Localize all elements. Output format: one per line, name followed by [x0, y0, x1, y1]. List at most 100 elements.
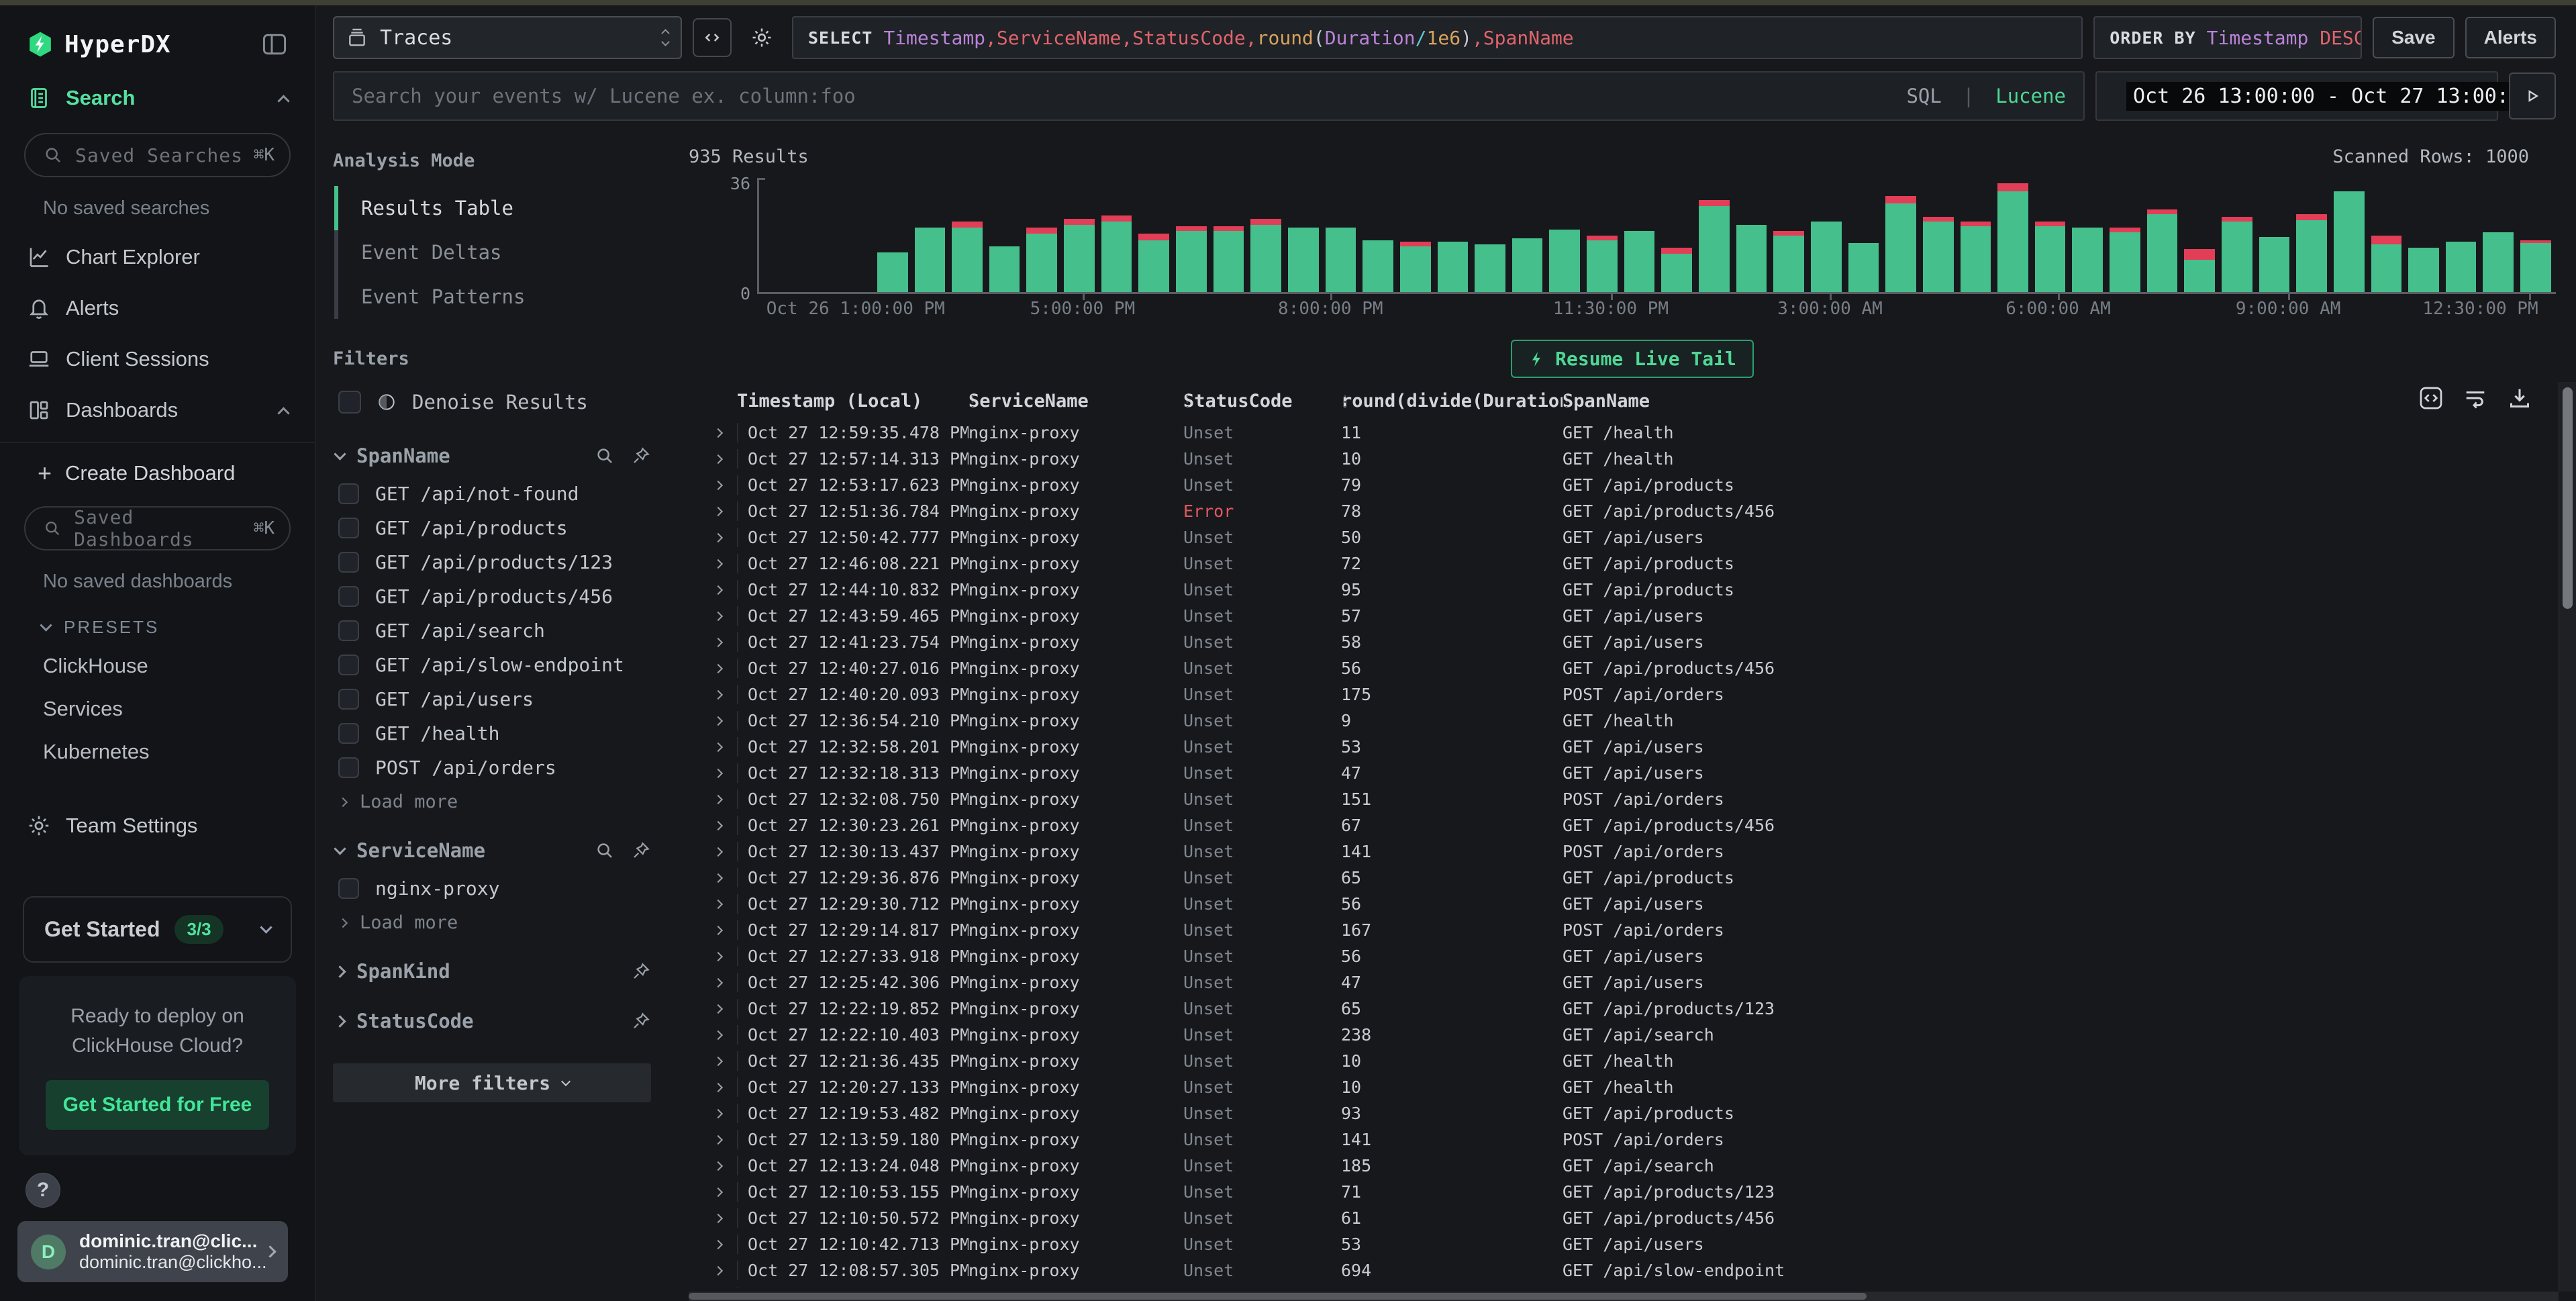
select-clause-input[interactable]: SELECT Timestamp,ServiceName,StatusCode,… [792, 16, 2083, 59]
sidebar-preset-clickhouse[interactable]: ClickHouse [0, 644, 315, 687]
table-row[interactable]: Oct 27 12:29:36.876 PMnginx-proxyUnset65… [689, 865, 2576, 891]
filter-checkbox[interactable] [338, 518, 359, 538]
get-started-free-button[interactable]: Get Started for Free [46, 1080, 269, 1130]
histogram-bar[interactable] [1736, 182, 1767, 292]
sidebar-item-alerts[interactable]: Alerts [0, 283, 315, 334]
source-select[interactable]: Traces [333, 16, 682, 59]
row-expand-chevron-icon[interactable] [699, 1032, 737, 1039]
table-row[interactable]: Oct 27 12:08:57.305 PMnginx-proxyUnset69… [689, 1257, 2576, 1284]
row-expand-chevron-icon[interactable] [699, 534, 737, 541]
filter-item[interactable]: GET /api/users [333, 682, 651, 716]
table-row[interactable]: Oct 27 12:43:59.465 PMnginx-proxyUnset57… [689, 603, 2576, 629]
histogram-bar[interactable] [2483, 182, 2514, 292]
table-row[interactable]: Oct 27 12:25:42.306 PMnginx-proxyUnset47… [689, 969, 2576, 996]
row-expand-chevron-icon[interactable] [699, 639, 737, 646]
histogram-bar[interactable] [1512, 182, 1543, 292]
histogram-bar[interactable] [2259, 182, 2290, 292]
table-row[interactable]: Oct 27 12:32:58.201 PMnginx-proxyUnset53… [689, 734, 2576, 760]
histogram-bar[interactable] [1885, 182, 1916, 292]
table-row[interactable]: Oct 27 12:57:14.313 PMnginx-proxyUnset10… [689, 446, 2576, 472]
spanname-load-more[interactable]: Load more [333, 785, 651, 812]
filter-checkbox[interactable] [338, 552, 359, 573]
row-expand-chevron-icon[interactable] [699, 456, 737, 463]
user-menu[interactable]: D dominic.tran@clic... dominic.tran@clic… [17, 1221, 288, 1282]
analysis-mode-option[interactable]: Event Patterns [333, 275, 651, 319]
denoise-results-toggle[interactable]: Denoise Results [333, 384, 651, 418]
row-expand-chevron-icon[interactable] [699, 613, 737, 620]
histogram-bar[interactable] [1699, 182, 1730, 292]
table-row[interactable]: Oct 27 12:41:23.754 PMnginx-proxyUnset58… [689, 629, 2576, 655]
histogram-bar[interactable] [1848, 182, 1879, 292]
row-expand-chevron-icon[interactable] [699, 665, 737, 672]
sidebar-collapse-icon[interactable] [260, 30, 289, 59]
histogram-bar[interactable] [1811, 182, 1842, 292]
saved-dashboards-input[interactable]: Saved Dashboards ⌘K [24, 506, 291, 550]
resume-live-tail-button[interactable]: Resume Live Tail [1511, 340, 1754, 378]
histogram-bar[interactable] [2072, 182, 2103, 292]
histogram-bar[interactable] [1138, 182, 1169, 292]
vertical-scrollbar[interactable] [2559, 382, 2576, 1292]
row-expand-chevron-icon[interactable] [699, 718, 737, 724]
histogram-bar[interactable] [877, 182, 908, 292]
filter-item[interactable]: nginx-proxy [333, 871, 651, 906]
histogram-bar[interactable] [1773, 182, 1804, 292]
wrap-lines-button[interactable] [2462, 385, 2489, 412]
table-row[interactable]: Oct 27 12:40:27.016 PMnginx-proxyUnset56… [689, 655, 2576, 681]
event-search-input[interactable]: Search your events w/ Lucene ex. column:… [333, 71, 2085, 121]
histogram-bar[interactable] [1997, 182, 2028, 292]
column-header-duration[interactable]: round(divide(Duration, [1341, 391, 1563, 412]
analysis-mode-option[interactable]: Event Deltas [333, 230, 651, 275]
row-expand-chevron-icon[interactable] [699, 482, 737, 489]
row-expand-chevron-icon[interactable] [699, 508, 737, 515]
histogram-bar[interactable] [2035, 182, 2066, 292]
vertical-scrollbar-thumb[interactable] [2563, 387, 2573, 609]
save-button[interactable]: Save [2373, 17, 2454, 58]
help-button[interactable]: ? [26, 1173, 60, 1208]
alerts-button[interactable]: Alerts [2465, 17, 2556, 58]
horizontal-scrollbar-thumb[interactable] [689, 1293, 1867, 1300]
histogram-bar[interactable] [2446, 182, 2477, 292]
histogram-bar[interactable] [1475, 182, 1505, 292]
table-row[interactable]: Oct 27 12:20:27.133 PMnginx-proxyUnset10… [689, 1074, 2576, 1100]
sidebar-item-dashboards[interactable]: Dashboards [0, 385, 315, 436]
row-expand-chevron-icon[interactable] [699, 1189, 737, 1196]
table-row[interactable]: Oct 27 12:40:20.093 PMnginx-proxyUnset17… [689, 681, 2576, 708]
table-row[interactable]: Oct 27 12:10:53.155 PMnginx-proxyUnset71… [689, 1179, 2576, 1205]
table-row[interactable]: Oct 27 12:22:19.852 PMnginx-proxyUnset65… [689, 996, 2576, 1022]
pin-icon[interactable] [631, 1011, 651, 1031]
table-row[interactable]: Oct 27 12:13:24.048 PMnginx-proxyUnset18… [689, 1153, 2576, 1179]
sidebar-preset-kubernetes[interactable]: Kubernetes [0, 730, 315, 773]
histogram-bar[interactable] [1438, 182, 1469, 292]
filter-checkbox[interactable] [338, 620, 359, 641]
row-expand-chevron-icon[interactable] [699, 1267, 737, 1274]
histogram-bar[interactable] [2334, 182, 2365, 292]
filter-checkbox[interactable] [338, 757, 359, 778]
table-row[interactable]: Oct 27 12:29:30.712 PMnginx-proxyUnset56… [689, 891, 2576, 917]
source-settings-button[interactable] [742, 18, 781, 57]
download-csv-button[interactable] [2506, 385, 2533, 412]
saved-searches-input[interactable]: Saved Searches ⌘K [24, 133, 291, 177]
table-row[interactable]: Oct 27 12:21:36.435 PMnginx-proxyUnset10… [689, 1048, 2576, 1074]
table-row[interactable]: Oct 27 12:46:08.221 PMnginx-proxyUnset72… [689, 550, 2576, 577]
table-row[interactable]: Oct 27 12:50:42.777 PMnginx-proxyUnset50… [689, 524, 2576, 550]
row-expand-chevron-icon[interactable] [699, 1241, 737, 1248]
histogram-bar[interactable] [1549, 182, 1580, 292]
histogram-bar[interactable] [803, 182, 834, 292]
histogram-bar[interactable] [915, 182, 946, 292]
search-icon[interactable] [595, 446, 615, 466]
histogram-bar[interactable] [1363, 182, 1393, 292]
lang-sql-toggle[interactable]: SQL [1906, 85, 1941, 107]
pin-icon[interactable] [631, 840, 651, 861]
table-row[interactable]: Oct 27 12:30:23.261 PMnginx-proxyUnset67… [689, 812, 2576, 838]
pin-icon[interactable] [631, 446, 651, 466]
sidebar-item-client-sessions[interactable]: Client Sessions [0, 334, 315, 385]
column-header-servicename[interactable]: ServiceName [969, 391, 1183, 412]
histogram-bar[interactable] [1661, 182, 1692, 292]
horizontal-scrollbar[interactable] [689, 1292, 2559, 1301]
row-expand-chevron-icon[interactable] [699, 1137, 737, 1143]
create-dashboard-button[interactable]: + Create Dashboard [0, 450, 315, 497]
row-expand-chevron-icon[interactable] [699, 979, 737, 986]
filter-checkbox[interactable] [338, 689, 359, 710]
servicename-load-more[interactable]: Load more [333, 906, 651, 933]
row-expand-chevron-icon[interactable] [699, 770, 737, 777]
